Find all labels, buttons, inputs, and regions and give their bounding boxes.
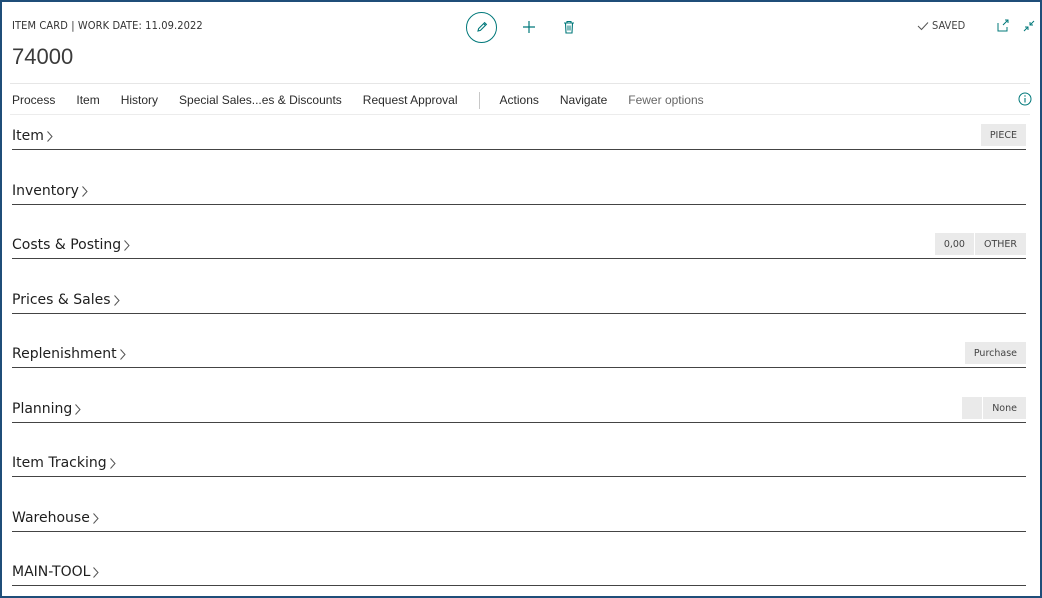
delete-button[interactable] xyxy=(553,11,585,43)
chevron-right-icon xyxy=(119,348,126,360)
summary-chip-unit[interactable]: PIECE xyxy=(979,124,1026,146)
section-title-label: Planning xyxy=(12,401,73,417)
section-item[interactable]: Item PIECE xyxy=(12,124,1026,150)
chevron-right-icon xyxy=(75,403,81,415)
section-title[interactable]: Planning xyxy=(12,401,81,417)
header-divider xyxy=(10,83,1030,84)
open-new-window-icon xyxy=(997,19,1009,32)
section-title-label: MAIN-TOOL xyxy=(12,564,91,580)
section-title[interactable]: Replenishment xyxy=(12,346,126,362)
chevron-right-icon xyxy=(82,185,88,197)
action-request-approval[interactable]: Request Approval xyxy=(363,93,458,107)
section-summary: Purchase xyxy=(963,342,1026,364)
summary-chip-reordering[interactable]: None xyxy=(982,397,1026,419)
section-warehouse[interactable]: Warehouse xyxy=(12,508,1026,532)
action-separator xyxy=(478,91,480,109)
section-summary: PIECE xyxy=(979,124,1026,146)
section-title[interactable]: Inventory xyxy=(12,183,88,199)
section-title-label: Costs & Posting xyxy=(12,237,122,253)
section-title-label: Replenishment xyxy=(12,346,117,362)
chevron-right-icon xyxy=(93,566,100,578)
section-title-label: Prices & Sales xyxy=(12,292,111,308)
section-inventory[interactable]: Inventory xyxy=(12,181,1026,205)
info-button[interactable] xyxy=(1018,92,1032,111)
info-icon xyxy=(1018,92,1032,106)
chevron-right-icon xyxy=(92,512,99,524)
action-special-sales[interactable]: Special Sales...es & Discounts xyxy=(179,93,342,107)
summary-chip-empty[interactable] xyxy=(961,397,983,419)
record-actions xyxy=(466,11,585,43)
edit-icon xyxy=(476,21,487,32)
section-planning[interactable]: Planning None xyxy=(12,397,1026,423)
chevron-right-icon xyxy=(109,457,116,469)
collapse-button[interactable] xyxy=(1020,17,1038,35)
section-title-label: Warehouse xyxy=(12,510,90,526)
plus-icon xyxy=(523,21,535,33)
section-item-tracking[interactable]: Item Tracking xyxy=(12,453,1026,477)
section-title-label: Item xyxy=(12,128,44,144)
section-summary: None xyxy=(961,397,1026,419)
action-actions[interactable]: Actions xyxy=(500,93,539,107)
summary-chip-replenishment[interactable]: Purchase xyxy=(963,342,1026,364)
section-title[interactable]: Prices & Sales xyxy=(12,292,120,308)
action-bar: Process Item History Special Sales...es … xyxy=(12,90,725,110)
fewer-options-button[interactable]: Fewer options xyxy=(628,93,703,107)
action-bar-divider xyxy=(10,114,1030,115)
section-prices-sales[interactable]: Prices & Sales xyxy=(12,290,1026,314)
action-history[interactable]: History xyxy=(121,93,158,107)
chevron-right-icon xyxy=(47,130,53,142)
section-title-label: Inventory xyxy=(12,183,79,199)
record-title: 74000 xyxy=(12,44,74,69)
trash-icon xyxy=(564,20,574,34)
new-button[interactable] xyxy=(513,11,545,43)
check-icon xyxy=(917,21,929,30)
section-title[interactable]: Item xyxy=(12,128,53,144)
section-costs-posting[interactable]: Costs & Posting 0,00 OTHER xyxy=(12,233,1026,259)
section-title[interactable]: Item Tracking xyxy=(12,455,116,471)
saved-status: SAVED xyxy=(917,19,965,32)
chevron-right-icon xyxy=(113,294,120,306)
summary-chip-cost[interactable]: 0,00 xyxy=(933,233,974,255)
saved-label: SAVED xyxy=(932,19,966,32)
section-title[interactable]: Costs & Posting xyxy=(12,237,130,253)
action-navigate[interactable]: Navigate xyxy=(560,93,607,107)
section-title[interactable]: MAIN-TOOL xyxy=(12,564,100,580)
section-summary: 0,00 OTHER xyxy=(933,233,1026,255)
page-caption: ITEM CARD | WORK DATE: 11.09.2022 xyxy=(12,19,203,32)
summary-chip-posting-group[interactable]: OTHER xyxy=(973,233,1026,255)
section-replenishment[interactable]: Replenishment Purchase xyxy=(12,342,1026,368)
chevron-right-icon xyxy=(124,239,130,251)
item-card-page: ITEM CARD | WORK DATE: 11.09.2022 74000 … xyxy=(0,0,1042,598)
section-title[interactable]: Warehouse xyxy=(12,510,99,526)
action-item[interactable]: Item xyxy=(76,93,99,107)
open-new-window-button[interactable] xyxy=(994,17,1012,35)
action-process[interactable]: Process xyxy=(12,93,55,107)
edit-button[interactable] xyxy=(466,11,497,43)
window-controls xyxy=(992,17,1038,35)
section-main-tool[interactable]: MAIN-TOOL xyxy=(12,562,1026,586)
collapse-icon xyxy=(1023,20,1035,32)
section-title-label: Item Tracking xyxy=(12,455,107,471)
